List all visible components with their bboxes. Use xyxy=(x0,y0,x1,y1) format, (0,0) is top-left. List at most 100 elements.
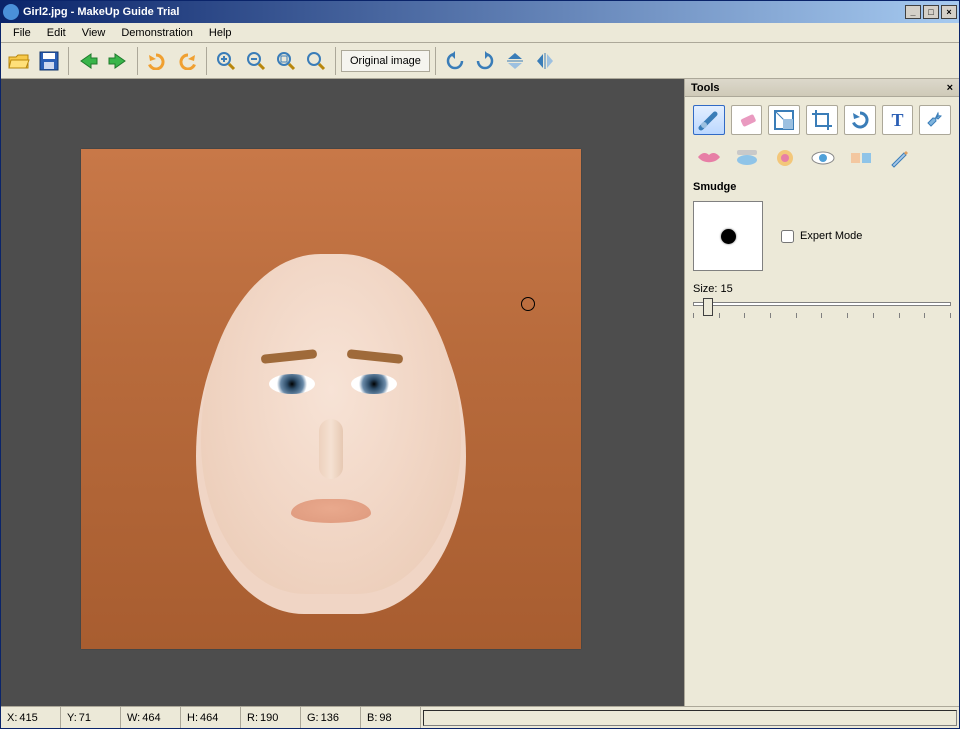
tool-row-1: T xyxy=(693,105,951,135)
zoom-fit-button[interactable] xyxy=(272,47,300,75)
flip-horizontal-button[interactable] xyxy=(531,47,559,75)
tool-row-2 xyxy=(693,143,951,173)
zoom-100-button[interactable] xyxy=(302,47,330,75)
size-slider[interactable] xyxy=(693,299,951,327)
flip-vertical-icon xyxy=(505,51,525,71)
expert-mode-input[interactable] xyxy=(781,230,794,243)
text-tool-button[interactable]: T xyxy=(882,105,914,135)
menubar: File Edit View Demonstration Help xyxy=(1,23,959,43)
forward-button[interactable] xyxy=(104,47,132,75)
eraser-tool-icon xyxy=(736,109,758,131)
forward-arrow-icon xyxy=(107,52,129,70)
current-tool-label: Smudge xyxy=(693,181,951,193)
brush-settings-row: Expert Mode xyxy=(693,201,951,271)
redo-icon xyxy=(176,52,198,70)
rotate-ccw-button[interactable] xyxy=(441,47,469,75)
status-y: Y:71 xyxy=(61,707,121,728)
lips-tool-icon xyxy=(696,149,722,167)
undo-icon xyxy=(146,52,168,70)
pencil-tool-icon xyxy=(888,147,910,169)
main-toolbar: Original image xyxy=(1,43,959,79)
statusbar: X:415 Y:71 W:464 H:464 R:190 G:136 B:98 xyxy=(1,706,959,728)
expert-mode-checkbox[interactable]: Expert Mode xyxy=(781,230,862,243)
zoom-fit-icon xyxy=(276,51,296,71)
status-spacer xyxy=(423,710,957,726)
crop-tool-button[interactable] xyxy=(806,105,838,135)
eyeshadow-tool-button[interactable] xyxy=(731,143,763,173)
rotate-cw-button[interactable] xyxy=(471,47,499,75)
open-icon xyxy=(8,52,30,70)
close-button[interactable]: × xyxy=(941,5,957,19)
redo-button[interactable] xyxy=(173,47,201,75)
app-window: Girl2.jpg - MakeUp Guide Trial _ □ × Fil… xyxy=(0,0,960,729)
resize-tool-icon xyxy=(773,109,795,131)
save-icon xyxy=(39,51,59,71)
brush-cursor xyxy=(521,297,535,311)
image-content xyxy=(201,254,461,594)
zoom-100-icon xyxy=(306,51,326,71)
menu-demonstration[interactable]: Demonstration xyxy=(113,25,201,41)
blush-tool-button[interactable] xyxy=(769,143,801,173)
tools-panel-close-button[interactable]: × xyxy=(947,82,953,94)
size-label: Size: 15 xyxy=(693,283,951,295)
undo-button[interactable] xyxy=(143,47,171,75)
eyecolor-tool-button[interactable] xyxy=(807,143,839,173)
eraser-tool-button[interactable] xyxy=(731,105,763,135)
skin-tool-icon xyxy=(849,149,873,167)
menu-help[interactable]: Help xyxy=(201,25,240,41)
status-b: B:98 xyxy=(361,707,421,728)
lips-tool-button[interactable] xyxy=(693,143,725,173)
status-r: R:190 xyxy=(241,707,301,728)
smudge-tool-button[interactable] xyxy=(693,105,725,135)
menu-edit[interactable]: Edit xyxy=(39,25,74,41)
flip-vertical-button[interactable] xyxy=(501,47,529,75)
app-icon xyxy=(3,4,19,20)
zoom-out-icon xyxy=(246,51,266,71)
pencil-tool-button[interactable] xyxy=(883,143,915,173)
crop-tool-icon xyxy=(811,109,833,131)
menu-view[interactable]: View xyxy=(74,25,114,41)
rotate-cw-icon xyxy=(475,51,495,71)
back-button[interactable] xyxy=(74,47,102,75)
expert-mode-label: Expert Mode xyxy=(800,230,862,242)
image-content xyxy=(347,349,404,364)
image-content xyxy=(261,349,318,364)
menu-file[interactable]: File xyxy=(5,25,39,41)
undo-tool-button[interactable] xyxy=(844,105,876,135)
minimize-button[interactable]: _ xyxy=(905,5,921,19)
zoom-out-button[interactable] xyxy=(242,47,270,75)
toolbar-separator xyxy=(206,47,207,75)
status-h: H:464 xyxy=(181,707,241,728)
content-area: Tools × T xyxy=(1,79,959,706)
eyecolor-tool-icon xyxy=(811,150,835,166)
status-w: W:464 xyxy=(121,707,181,728)
maximize-button[interactable]: □ xyxy=(923,5,939,19)
tools-panel-titlebar[interactable]: Tools × xyxy=(685,79,959,97)
undo-tool-icon xyxy=(849,109,871,131)
status-g: G:136 xyxy=(301,707,361,728)
image-content xyxy=(269,374,315,394)
brush-preview[interactable] xyxy=(693,201,763,271)
image-canvas[interactable] xyxy=(81,149,581,649)
titlebar[interactable]: Girl2.jpg - MakeUp Guide Trial _ □ × xyxy=(1,1,959,23)
open-button[interactable] xyxy=(5,47,33,75)
slider-ticks xyxy=(693,313,951,319)
canvas-area[interactable] xyxy=(1,79,684,706)
brush-dot-icon xyxy=(721,229,736,244)
window-controls: _ □ × xyxy=(905,5,957,19)
toolbar-separator xyxy=(335,47,336,75)
save-button[interactable] xyxy=(35,47,63,75)
tools-panel-body: T Smudge xyxy=(685,97,959,335)
skin-tool-button[interactable] xyxy=(845,143,877,173)
tools-panel: Tools × T xyxy=(684,79,959,706)
back-arrow-icon xyxy=(77,52,99,70)
image-content xyxy=(319,419,343,479)
toolbar-separator xyxy=(137,47,138,75)
status-x: X:415 xyxy=(1,707,61,728)
settings-tool-button[interactable] xyxy=(919,105,951,135)
original-image-button[interactable]: Original image xyxy=(341,50,430,72)
resize-tool-button[interactable] xyxy=(768,105,800,135)
smudge-tool-icon xyxy=(698,109,720,131)
image-content xyxy=(291,499,371,523)
zoom-in-button[interactable] xyxy=(212,47,240,75)
